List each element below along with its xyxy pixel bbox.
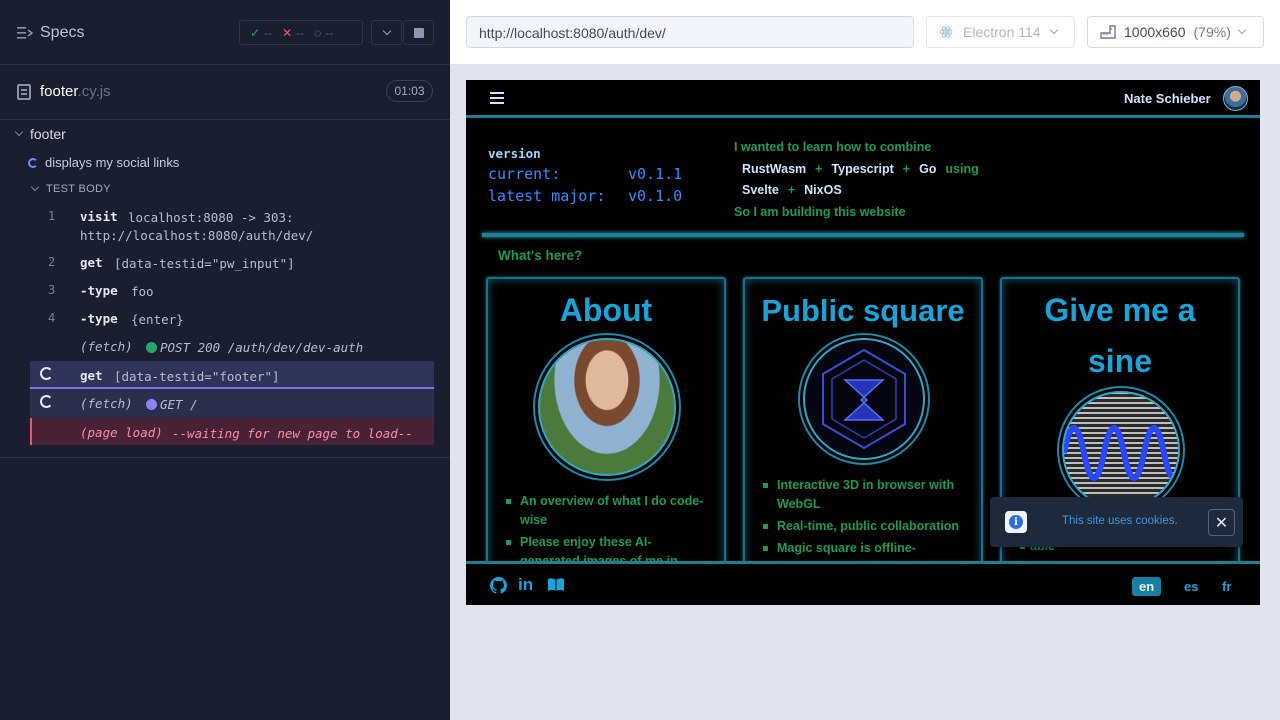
lang-en[interactable]: en — [1132, 577, 1162, 596]
close-icon: ✕ — [1214, 514, 1229, 532]
chevron-down-icon — [1237, 25, 1247, 35]
command-row-active[interactable]: get [data-testid="footer"] — [30, 361, 434, 389]
test-stats: ✓ -- ✕ -- ◌ -- — [239, 20, 363, 45]
chevron-down-icon — [30, 182, 40, 192]
user-name: Nate Schieber — [1124, 91, 1211, 106]
app-footer: in en es fr — [466, 561, 1260, 605]
spec-file-name[interactable]: footer.cy.js — [40, 83, 111, 100]
section-title: What's here? — [498, 248, 583, 263]
electron-icon — [939, 26, 953, 38]
specs-list-icon[interactable] — [17, 26, 33, 40]
chevron-down-icon — [382, 26, 391, 35]
divider — [0, 457, 450, 458]
command-row[interactable]: 4 -type {enter} — [30, 304, 434, 332]
linkedin-icon[interactable]: in — [518, 575, 533, 595]
runner-toolbar: http://localhost:8080/auth/dev/ Electron… — [450, 0, 1280, 64]
x-icon: ✕ — [282, 25, 293, 40]
profile-image — [538, 338, 676, 476]
command-row[interactable]: 1 visit localhost:8080 -> 303: http://loc… — [30, 202, 434, 248]
failed-stat: ✕ -- — [282, 25, 305, 40]
info-icon: i — [1005, 511, 1027, 533]
command-row-fetch[interactable]: (fetch) POST 200 /auth/dev/dev-auth — [30, 332, 434, 361]
spec-file-row: footer.cy.js 01:03 — [0, 65, 450, 120]
stop-icon — [413, 27, 424, 38]
public-square-logo — [803, 338, 925, 460]
divider — [482, 233, 1244, 237]
command-row-page-load[interactable]: (page load) --waiting for new page to lo… — [30, 418, 434, 445]
github-icon[interactable] — [490, 577, 507, 594]
file-icon — [17, 84, 31, 100]
test-body-toggle[interactable]: TEST BODY — [30, 182, 111, 195]
cypress-reporter: Specs ✓ -- ✕ -- ◌ -- footer.cy.js 01:03 foo… — [0, 0, 450, 720]
toast-message: This site uses cookies. — [1062, 515, 1178, 527]
pending-stat: ◌ -- — [314, 25, 334, 40]
browser-selector[interactable]: Electron 114 — [926, 16, 1075, 48]
cookie-toast: i This site uses cookies. ✕ — [990, 497, 1243, 547]
loading-spinner-icon — [40, 367, 53, 380]
suite-title[interactable]: footer — [14, 126, 66, 142]
specs-label[interactable]: Specs — [40, 24, 84, 42]
reporter-header: Specs ✓ -- ✕ -- ◌ -- — [0, 0, 450, 65]
command-log: 1 visit localhost:8080 -> 303: http://loc… — [30, 202, 434, 445]
expand-button[interactable] — [371, 20, 402, 45]
viewport-selector[interactable]: 1000x660 (79%) — [1087, 16, 1264, 48]
url-bar[interactable]: http://localhost:8080/auth/dev/ — [466, 16, 914, 48]
lang-fr[interactable]: fr — [1215, 577, 1238, 596]
close-button[interactable]: ✕ — [1208, 509, 1235, 536]
test-title[interactable]: displays my social links — [28, 155, 179, 170]
card-about[interactable]: About An overview of what I do code-wise… — [486, 277, 726, 577]
running-icon — [28, 157, 38, 168]
card-public-square[interactable]: Public square Interactive 3D in browser … — [743, 277, 983, 577]
runner-pane: http://localhost:8080/auth/dev/ Electron… — [450, 0, 1280, 720]
stop-button[interactable] — [403, 20, 434, 45]
chevron-down-icon — [1049, 25, 1058, 35]
command-row[interactable]: 3 -type foo — [30, 276, 434, 304]
spec-duration: 01:03 — [386, 80, 433, 102]
sine-wave-image — [1062, 391, 1180, 509]
pending-icon: ◌ — [314, 25, 322, 40]
loading-spinner-icon — [40, 395, 53, 408]
check-icon: ✓ — [250, 25, 261, 40]
intro-text: I wanted to learn how to combine RustWas… — [734, 140, 979, 219]
command-row[interactable]: 2 get [data-testid="pw_input"] — [30, 248, 434, 276]
status-dot — [146, 342, 157, 353]
chevron-down-icon — [14, 127, 24, 137]
ruler-icon — [1100, 25, 1116, 39]
avatar[interactable] — [1223, 86, 1248, 111]
menu-icon[interactable] — [490, 92, 504, 104]
passed-stat: ✓ -- — [250, 25, 273, 40]
status-dot — [146, 399, 157, 410]
version-block: version current: v0.1.1 latest major: v0.1… — [488, 146, 683, 205]
command-row-fetch[interactable]: (fetch) GET / — [30, 389, 434, 418]
blog-icon[interactable] — [547, 577, 565, 593]
lang-es[interactable]: es — [1177, 577, 1205, 596]
app-navbar: Nate Schieber — [466, 80, 1260, 118]
